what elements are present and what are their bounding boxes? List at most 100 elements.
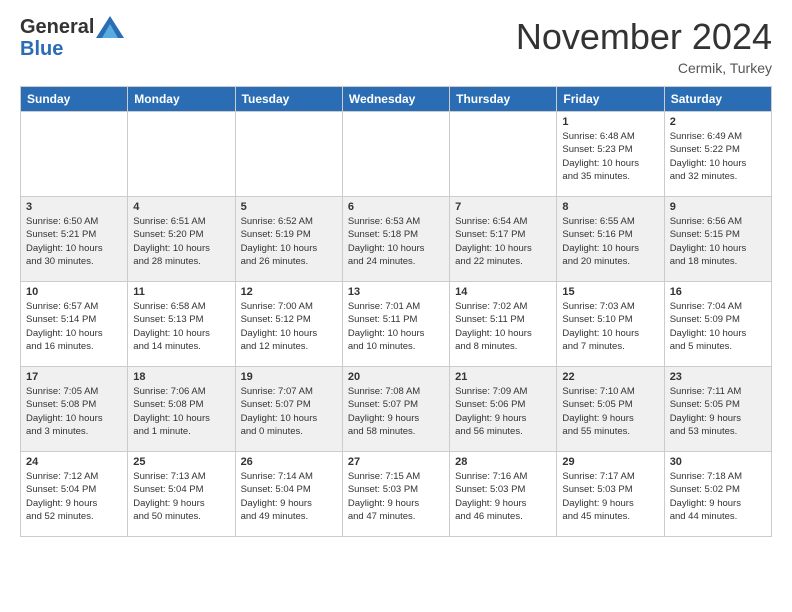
calendar-cell: 26 Sunrise: 7:14 AM Sunset: 5:04 PM Dayli… — [235, 452, 342, 537]
calendar-cell: 20Sunrise: 7:08 AM Sunset: 5:07 PM Dayli… — [342, 367, 449, 452]
day-number: 14 — [455, 286, 551, 298]
day-number: 26 — [241, 456, 337, 468]
calendar-cell — [450, 112, 557, 197]
calendar-week-row: 3 Sunrise: 6:50 AM Sunset: 5:21 PM Daylig… — [21, 197, 772, 282]
day-number: 28 — [455, 456, 551, 468]
logo-icon — [96, 16, 124, 38]
day-info: Sunrise: 7:12 AM Sunset: 5:04 PM Dayligh… — [26, 470, 122, 523]
calendar-weekday-header: Tuesday — [235, 87, 342, 112]
calendar-cell: 22 Sunrise: 7:10 AM Sunset: 5:05 PM Dayli… — [557, 367, 664, 452]
day-info: Sunrise: 6:50 AM Sunset: 5:21 PM Dayligh… — [26, 215, 122, 268]
logo-blue: Blue — [20, 38, 63, 61]
calendar-cell: 2Sunrise: 6:49 AM Sunset: 5:22 PM Daylig… — [664, 112, 771, 197]
day-number: 5 — [241, 201, 337, 213]
calendar-cell: 21 Sunrise: 7:09 AM Sunset: 5:06 PM Dayli… — [450, 367, 557, 452]
calendar-cell: 16 Sunrise: 7:04 AM Sunset: 5:09 PM Dayli… — [664, 282, 771, 367]
calendar-cell: 19 Sunrise: 7:07 AM Sunset: 5:07 PM Dayli… — [235, 367, 342, 452]
calendar-cell: 18 Sunrise: 7:06 AM Sunset: 5:08 PM Dayli… — [128, 367, 235, 452]
day-info: Sunrise: 7:15 AM Sunset: 5:03 PM Dayligh… — [348, 470, 444, 523]
day-info: Sunrise: 7:06 AM Sunset: 5:08 PM Dayligh… — [133, 385, 229, 438]
calendar-cell — [21, 112, 128, 197]
day-number: 2 — [670, 116, 766, 128]
calendar: SundayMondayTuesdayWednesdayThursdayFrid… — [20, 86, 772, 537]
calendar-cell: 23 Sunrise: 7:11 AM Sunset: 5:05 PM Dayli… — [664, 367, 771, 452]
day-number: 13 — [348, 286, 444, 298]
day-number: 9 — [670, 201, 766, 213]
day-number: 22 — [562, 371, 658, 383]
day-number: 25 — [133, 456, 229, 468]
day-info: Sunrise: 7:02 AM Sunset: 5:11 PM Dayligh… — [455, 300, 551, 353]
day-number: 27 — [348, 456, 444, 468]
calendar-cell: 28 Sunrise: 7:16 AM Sunset: 5:03 PM Dayli… — [450, 452, 557, 537]
calendar-cell: 6 Sunrise: 6:53 AM Sunset: 5:18 PM Daylig… — [342, 197, 449, 282]
day-info: Sunrise: 7:01 AM Sunset: 5:11 PM Dayligh… — [348, 300, 444, 353]
calendar-cell — [128, 112, 235, 197]
logo: General Blue — [20, 16, 124, 61]
calendar-cell: 1Sunrise: 6:48 AM Sunset: 5:23 PM Daylig… — [557, 112, 664, 197]
day-number: 17 — [26, 371, 122, 383]
day-info: Sunrise: 7:10 AM Sunset: 5:05 PM Dayligh… — [562, 385, 658, 438]
day-number: 10 — [26, 286, 122, 298]
calendar-week-row: 24Sunrise: 7:12 AM Sunset: 5:04 PM Dayli… — [21, 452, 772, 537]
calendar-cell: 29Sunrise: 7:17 AM Sunset: 5:03 PM Dayli… — [557, 452, 664, 537]
day-number: 20 — [348, 371, 444, 383]
calendar-cell: 24Sunrise: 7:12 AM Sunset: 5:04 PM Dayli… — [21, 452, 128, 537]
calendar-cell — [342, 112, 449, 197]
calendar-weekday-header: Wednesday — [342, 87, 449, 112]
calendar-cell: 30Sunrise: 7:18 AM Sunset: 5:02 PM Dayli… — [664, 452, 771, 537]
logo-general: General — [20, 17, 94, 37]
day-info: Sunrise: 6:57 AM Sunset: 5:14 PM Dayligh… — [26, 300, 122, 353]
calendar-weekday-header: Thursday — [450, 87, 557, 112]
day-info: Sunrise: 7:07 AM Sunset: 5:07 PM Dayligh… — [241, 385, 337, 438]
day-number: 6 — [348, 201, 444, 213]
header: General Blue November 2024 Cermik, Turke… — [20, 16, 772, 76]
calendar-cell: 14 Sunrise: 7:02 AM Sunset: 5:11 PM Dayli… — [450, 282, 557, 367]
day-number: 7 — [455, 201, 551, 213]
day-info: Sunrise: 6:58 AM Sunset: 5:13 PM Dayligh… — [133, 300, 229, 353]
day-number: 18 — [133, 371, 229, 383]
day-info: Sunrise: 6:53 AM Sunset: 5:18 PM Dayligh… — [348, 215, 444, 268]
day-info: Sunrise: 7:16 AM Sunset: 5:03 PM Dayligh… — [455, 470, 551, 523]
day-info: Sunrise: 6:52 AM Sunset: 5:19 PM Dayligh… — [241, 215, 337, 268]
day-number: 12 — [241, 286, 337, 298]
day-info: Sunrise: 6:48 AM Sunset: 5:23 PM Dayligh… — [562, 130, 658, 183]
calendar-cell: 7Sunrise: 6:54 AM Sunset: 5:17 PM Daylig… — [450, 197, 557, 282]
day-number: 23 — [670, 371, 766, 383]
calendar-weekday-header: Sunday — [21, 87, 128, 112]
calendar-cell: 13 Sunrise: 7:01 AM Sunset: 5:11 PM Dayli… — [342, 282, 449, 367]
calendar-cell: 17 Sunrise: 7:05 AM Sunset: 5:08 PM Dayli… — [21, 367, 128, 452]
calendar-week-row: 1Sunrise: 6:48 AM Sunset: 5:23 PM Daylig… — [21, 112, 772, 197]
day-number: 16 — [670, 286, 766, 298]
calendar-weekday-header: Saturday — [664, 87, 771, 112]
day-info: Sunrise: 6:56 AM Sunset: 5:15 PM Dayligh… — [670, 215, 766, 268]
calendar-cell: 27 Sunrise: 7:15 AM Sunset: 5:03 PM Dayli… — [342, 452, 449, 537]
day-number: 15 — [562, 286, 658, 298]
day-info: Sunrise: 7:00 AM Sunset: 5:12 PM Dayligh… — [241, 300, 337, 353]
day-number: 19 — [241, 371, 337, 383]
day-number: 4 — [133, 201, 229, 213]
day-number: 3 — [26, 201, 122, 213]
day-number: 21 — [455, 371, 551, 383]
day-number: 30 — [670, 456, 766, 468]
calendar-cell: 12 Sunrise: 7:00 AM Sunset: 5:12 PM Dayli… — [235, 282, 342, 367]
day-info: Sunrise: 6:51 AM Sunset: 5:20 PM Dayligh… — [133, 215, 229, 268]
day-info: Sunrise: 7:04 AM Sunset: 5:09 PM Dayligh… — [670, 300, 766, 353]
calendar-cell: 11Sunrise: 6:58 AM Sunset: 5:13 PM Dayli… — [128, 282, 235, 367]
day-info: Sunrise: 7:09 AM Sunset: 5:06 PM Dayligh… — [455, 385, 551, 438]
calendar-cell: 3 Sunrise: 6:50 AM Sunset: 5:21 PM Daylig… — [21, 197, 128, 282]
calendar-weekday-header: Monday — [128, 87, 235, 112]
calendar-weekday-header: Friday — [557, 87, 664, 112]
calendar-cell: 25Sunrise: 7:13 AM Sunset: 5:04 PM Dayli… — [128, 452, 235, 537]
day-info: Sunrise: 6:55 AM Sunset: 5:16 PM Dayligh… — [562, 215, 658, 268]
day-info: Sunrise: 7:11 AM Sunset: 5:05 PM Dayligh… — [670, 385, 766, 438]
day-info: Sunrise: 7:17 AM Sunset: 5:03 PM Dayligh… — [562, 470, 658, 523]
day-info: Sunrise: 7:03 AM Sunset: 5:10 PM Dayligh… — [562, 300, 658, 353]
location: Cermik, Turkey — [516, 60, 772, 76]
calendar-cell: 9 Sunrise: 6:56 AM Sunset: 5:15 PM Daylig… — [664, 197, 771, 282]
calendar-cell: 8Sunrise: 6:55 AM Sunset: 5:16 PM Daylig… — [557, 197, 664, 282]
calendar-week-row: 10 Sunrise: 6:57 AM Sunset: 5:14 PM Dayli… — [21, 282, 772, 367]
day-info: Sunrise: 7:05 AM Sunset: 5:08 PM Dayligh… — [26, 385, 122, 438]
calendar-cell: 5 Sunrise: 6:52 AM Sunset: 5:19 PM Daylig… — [235, 197, 342, 282]
day-info: Sunrise: 7:14 AM Sunset: 5:04 PM Dayligh… — [241, 470, 337, 523]
calendar-cell — [235, 112, 342, 197]
